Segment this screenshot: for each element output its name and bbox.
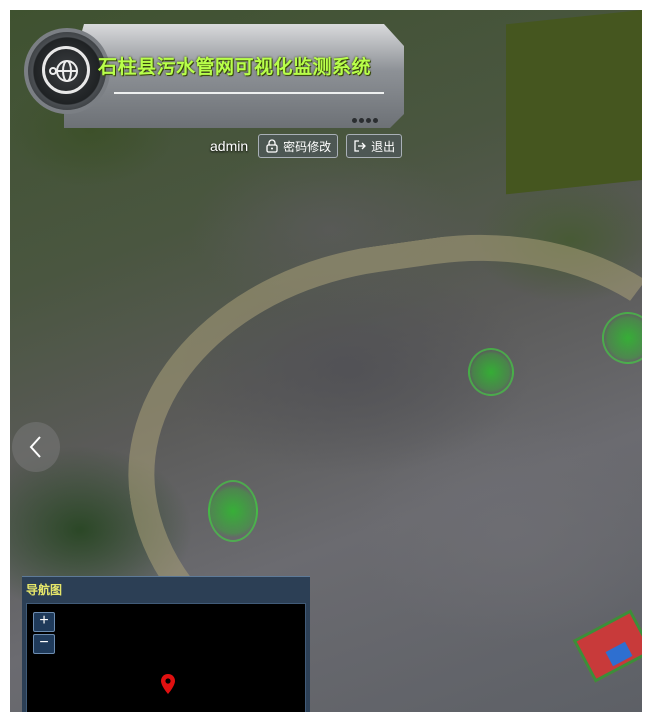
navigator-title: 导航图 <box>26 583 63 597</box>
decor-dots <box>352 110 386 123</box>
change-password-button[interactable]: 密码修改 <box>258 134 339 158</box>
zoom-out-button[interactable]: − <box>33 634 55 654</box>
title-underline <box>114 92 384 94</box>
location-pin-icon <box>161 674 175 694</box>
prev-panel-button[interactable] <box>12 422 60 472</box>
change-password-label: 密码修改 <box>283 139 332 154</box>
user-bar: admin 密码修改 退出 <box>210 134 403 158</box>
navigator-map[interactable]: + − <box>26 603 306 712</box>
zoom-controls: + − <box>33 612 55 656</box>
globe-network-icon <box>49 60 78 82</box>
monitor-point[interactable] <box>208 480 258 542</box>
monitor-point[interactable] <box>468 348 514 396</box>
lock-icon <box>266 139 278 153</box>
logout-button[interactable]: 退出 <box>346 134 403 158</box>
username: admin <box>210 138 249 154</box>
map-tile-patch <box>506 10 642 195</box>
app-title: 石柱县污水管网可视化监测系统 <box>98 56 372 78</box>
chevron-left-icon <box>29 436 41 458</box>
app-window: 石柱县污水管网可视化监测系统 admin 密码修改 退出 导航图 + − <box>10 10 642 712</box>
logout-label: 退出 <box>371 139 396 154</box>
logout-icon <box>354 140 367 152</box>
zoom-in-button[interactable]: + <box>33 612 55 632</box>
navigator-panel: 导航图 + − <box>22 576 310 712</box>
